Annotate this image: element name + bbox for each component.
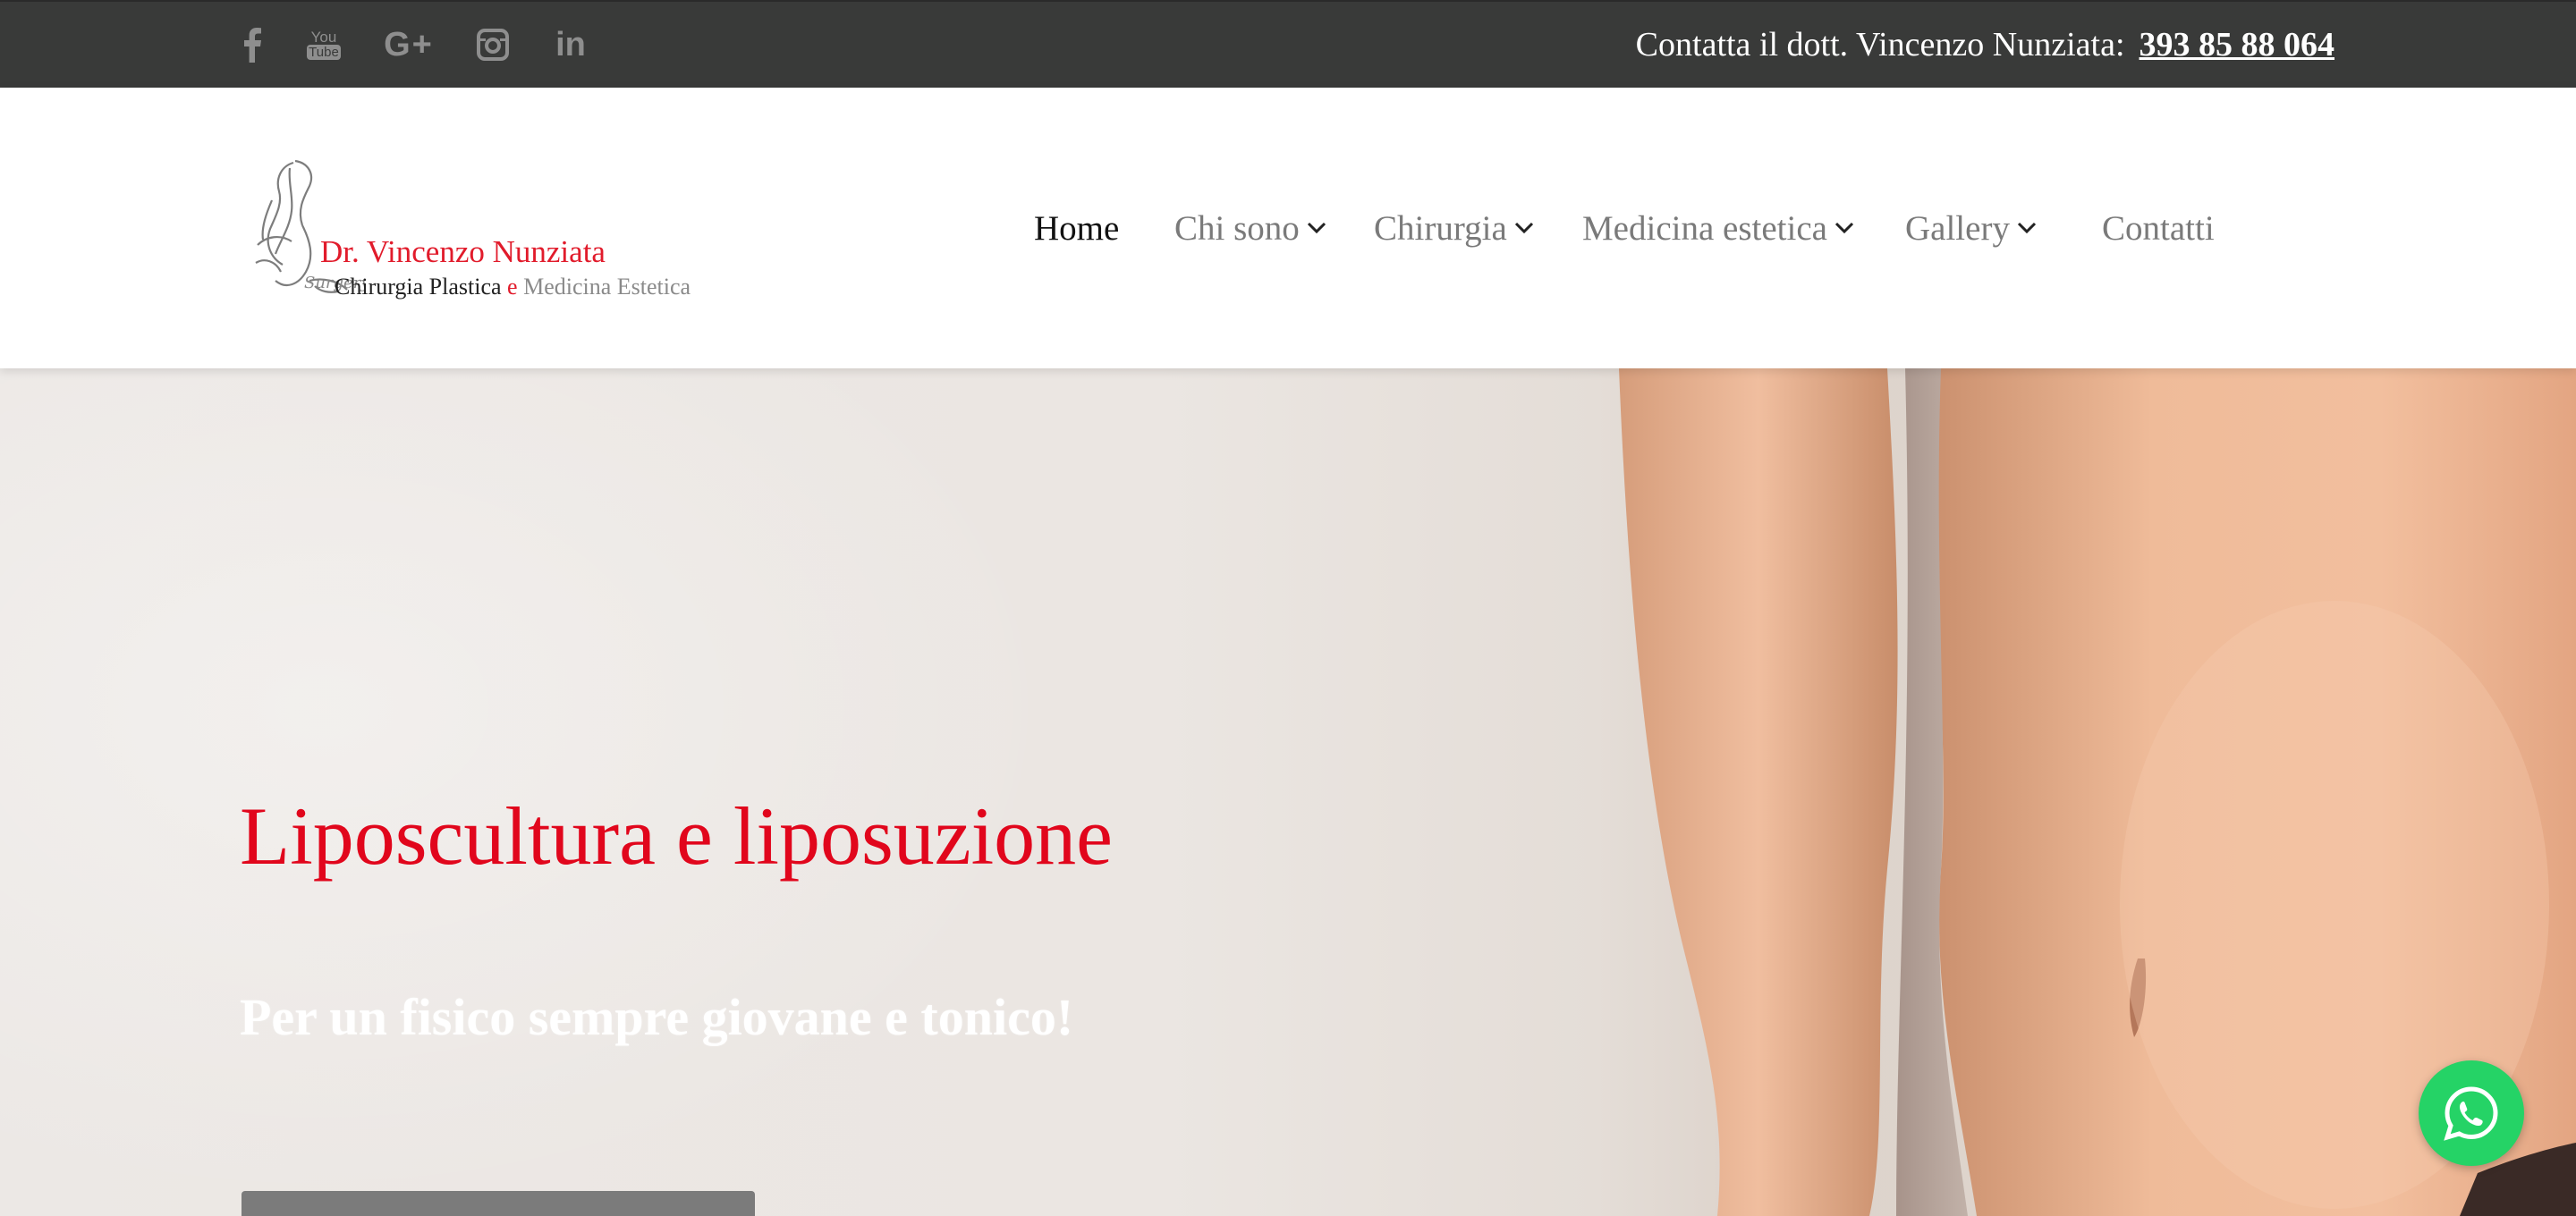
instagram-icon[interactable] (476, 2, 510, 88)
top-bar: You Tube G+ in Contatta il dott. Vincenz… (0, 0, 2576, 88)
linkedin-icon[interactable]: in (553, 2, 589, 88)
hero-title: Liposcultura e liposuzione (240, 790, 1113, 882)
facebook-icon[interactable] (240, 2, 265, 88)
hero-slider: Liposcultura e liposuzione Per un fisico… (0, 368, 2576, 1216)
nav-home[interactable]: Home (1034, 88, 1119, 368)
site-header: Surgery Dr. Vincenzo Nunziata Chirurgia … (0, 88, 2576, 368)
nav-chi-sono[interactable]: Chi sono (1174, 88, 1326, 368)
whatsapp-button[interactable] (2419, 1060, 2524, 1166)
logo-name: Dr. Vincenzo Nunziata (320, 234, 606, 269)
contact-info: Contatta il dott. Vincenzo Nunziata: 393… (1636, 2, 2334, 88)
nav-chirurgia[interactable]: Chirurgia (1374, 88, 1534, 368)
nav-contatti[interactable]: Contatti (2102, 88, 2215, 368)
hero-subtitle: Per un fisico sempre giovane e tonico! (240, 988, 1074, 1046)
google-plus-icon[interactable]: G+ (383, 2, 435, 88)
phone-link[interactable]: 393 85 88 064 (2140, 25, 2335, 64)
nav-gallery[interactable]: Gallery (1905, 88, 2037, 368)
chevron-down-icon (1307, 222, 1326, 234)
chevron-down-icon (2017, 222, 2037, 234)
chevron-down-icon (1514, 222, 1534, 234)
logo[interactable]: Surgery Dr. Vincenzo Nunziata Chirurgia … (240, 147, 696, 300)
contact-label: Contatta il dott. Vincenzo Nunziata: (1635, 26, 2125, 63)
logo-subtitle: Chirurgia Plastica e Medicina Estetica (335, 274, 691, 300)
youtube-icon[interactable]: You Tube (306, 2, 342, 88)
whatsapp-icon (2444, 1086, 2498, 1141)
nav-medicina-estetica[interactable]: Medicina estetica (1582, 88, 1854, 368)
chevron-down-icon (1835, 222, 1854, 234)
hero-button[interactable] (242, 1191, 755, 1216)
